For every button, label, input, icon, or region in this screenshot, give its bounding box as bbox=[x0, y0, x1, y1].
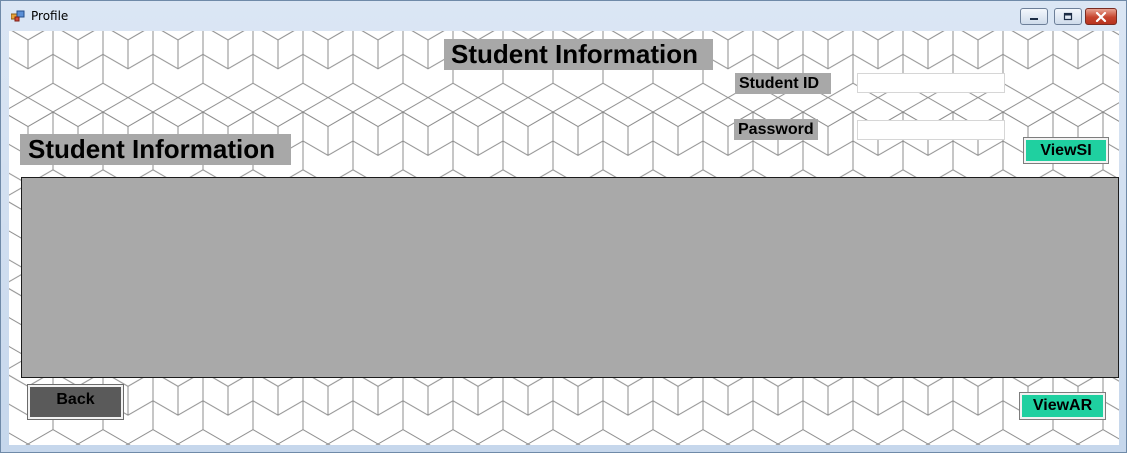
page-title: Student Information bbox=[444, 39, 713, 70]
section-title: Student Information bbox=[20, 134, 291, 165]
minimize-button[interactable] bbox=[1020, 8, 1048, 25]
view-si-button[interactable]: ViewSI bbox=[1024, 138, 1108, 163]
back-button[interactable]: Back bbox=[28, 385, 123, 419]
minimize-icon bbox=[1030, 17, 1038, 20]
student-id-input[interactable] bbox=[857, 73, 1005, 93]
form-client-area: Student Information Student Information … bbox=[9, 31, 1119, 445]
maximize-icon bbox=[1063, 12, 1073, 21]
close-icon bbox=[1095, 11, 1107, 22]
profile-window: Profile Student Information Student Info… bbox=[0, 0, 1127, 453]
app-icon bbox=[11, 10, 25, 22]
maximize-button[interactable] bbox=[1054, 8, 1082, 25]
window-title: Profile bbox=[31, 9, 69, 23]
student-info-grid[interactable] bbox=[21, 177, 1119, 378]
title-bar[interactable]: Profile bbox=[1, 1, 1126, 31]
password-label: Password bbox=[734, 119, 818, 140]
student-id-label: Student ID bbox=[735, 73, 831, 94]
view-ar-button[interactable]: ViewAR bbox=[1020, 393, 1105, 419]
password-input[interactable] bbox=[857, 120, 1005, 140]
close-button[interactable] bbox=[1085, 8, 1117, 25]
